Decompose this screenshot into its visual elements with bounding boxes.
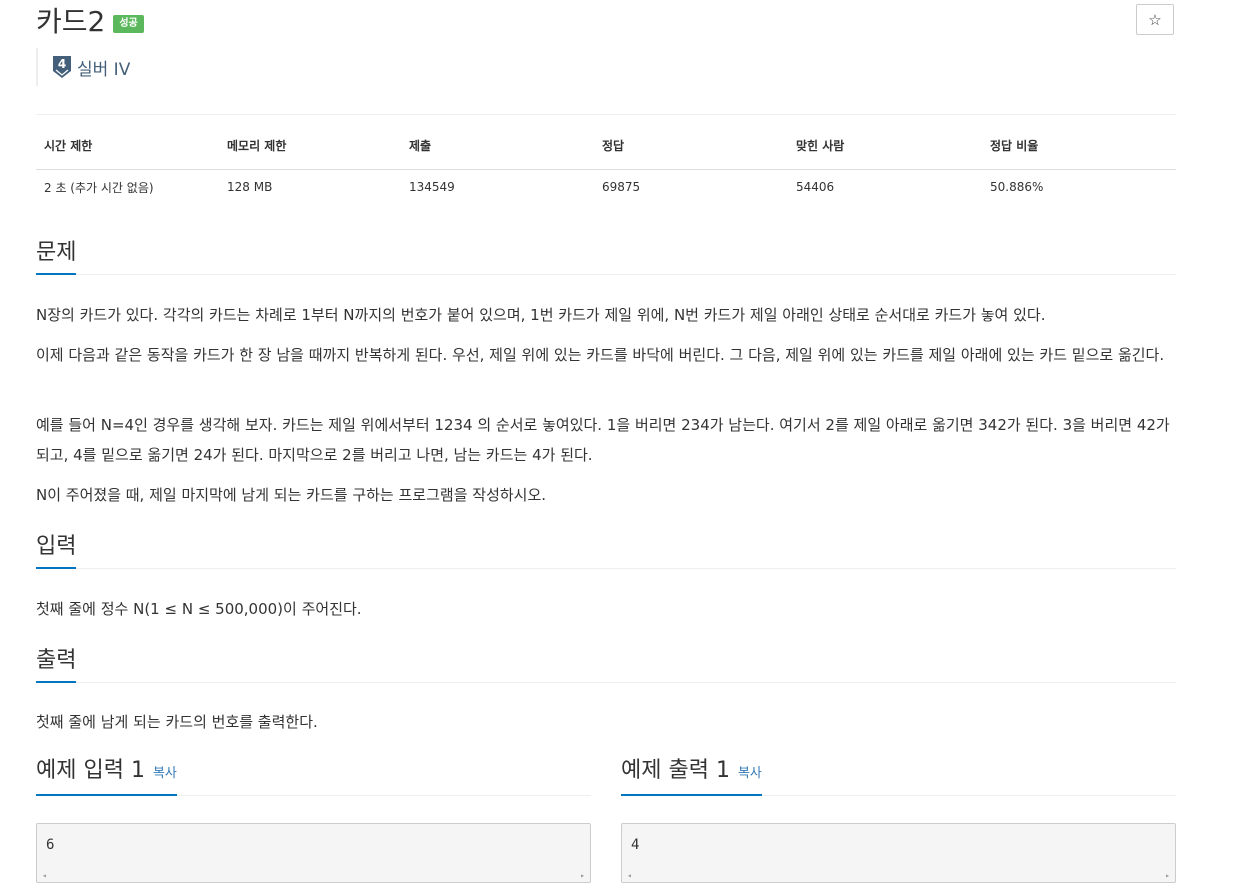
problem-info-table: 시간 제한 메모리 제한 제출 정답 맞힌 사람 정답 비율 2 초 (추가 시… [36, 114, 1176, 204]
sample-output-title: 예제 출력 1 [621, 758, 730, 783]
problem-section-header: 문제 [36, 238, 1176, 275]
copy-sample-input-button[interactable]: 복사 [153, 766, 177, 781]
output-heading: 출력 [36, 647, 77, 683]
status-badge: 성공 [113, 15, 144, 33]
info-value-row: 2 초 (추가 시간 없음) 128 MB 134549 69875 54406… [36, 170, 1176, 205]
accepted-header: 정답 [594, 114, 788, 170]
sample-input-panel: 예제 입력 1 복사 6 ◂ ▸ [36, 756, 591, 883]
memory-limit-header: 메모리 제한 [219, 114, 401, 170]
time-limit-value: 2 초 (추가 시간 없음) [44, 180, 154, 195]
star-button[interactable]: ☆ [1136, 4, 1174, 35]
problem-paragraph-3: 예를 들어 N=4인 경우를 생각해 보자. 카드는 제일 위에서부터 1234… [36, 416, 1170, 464]
tier-label: 실버 IV [77, 59, 131, 80]
sample-output-box[interactable]: 4 ◂ ▸ [621, 823, 1176, 883]
solvers-header: 맞힌 사람 [788, 114, 982, 170]
tier-block: 4 실버 IV [36, 48, 130, 86]
submissions-header: 제출 [401, 114, 594, 170]
scroll-left-icon[interactable]: ◂ [42, 871, 47, 880]
sample-input-title: 예제 입력 1 [36, 758, 145, 783]
problem-paragraph-4: N이 주어졌을 때, 제일 마지막에 남게 되는 카드를 구하는 프로그램을 작… [36, 486, 547, 504]
tier-number: 4 [58, 57, 66, 71]
problem-paragraph-2: 이제 다음과 같은 동작을 카드가 한 장 남을 때까지 반복하게 된다. 우선… [36, 346, 1165, 364]
accepted-value[interactable]: 69875 [594, 170, 788, 205]
page-title: 카드2 [36, 5, 106, 38]
problem-heading: 문제 [36, 239, 77, 275]
submissions-value[interactable]: 134549 [401, 170, 594, 205]
scroll-left-icon[interactable]: ◂ [627, 871, 632, 880]
star-icon: ☆ [1148, 10, 1162, 29]
sample-output-heading: 예제 출력 1 복사 [621, 757, 762, 796]
sample-input-box[interactable]: 6 ◂ ▸ [36, 823, 591, 883]
accept-ratio-value: 50.886% [990, 180, 1044, 194]
scroll-right-icon[interactable]: ▸ [1165, 871, 1170, 880]
copy-sample-output-button[interactable]: 복사 [738, 766, 762, 781]
sample-input-value: 6 [46, 837, 55, 853]
info-header-row: 시간 제한 메모리 제한 제출 정답 맞힌 사람 정답 비율 [36, 114, 1176, 170]
accept-ratio-header: 정답 비율 [982, 114, 1176, 170]
output-section-header: 출력 [36, 646, 1176, 683]
sample-input-header: 예제 입력 1 복사 [36, 756, 591, 796]
input-heading: 입력 [36, 533, 77, 569]
title-row: 카드2 성공 [36, 4, 144, 40]
input-section-header: 입력 [36, 532, 1176, 569]
time-limit-header: 시간 제한 [36, 114, 219, 170]
scroll-right-icon[interactable]: ▸ [580, 871, 585, 880]
output-description: 첫째 줄에 남게 되는 카드의 번호를 출력한다. [36, 713, 318, 731]
memory-limit-value: 128 MB [227, 180, 273, 194]
sample-input-heading: 예제 입력 1 복사 [36, 757, 177, 796]
sample-output-header: 예제 출력 1 복사 [621, 756, 1176, 796]
sample-output-panel: 예제 출력 1 복사 4 ◂ ▸ [621, 756, 1176, 883]
sample-output-value: 4 [631, 837, 640, 853]
input-description: 첫째 줄에 정수 N(1 ≤ N ≤ 500,000)이 주어진다. [36, 600, 362, 618]
problem-paragraph-1: N장의 카드가 있다. 각각의 카드는 차례로 1부터 N까지의 번호가 붙어 … [36, 306, 1046, 324]
tier-badge-icon: 4 [53, 56, 71, 78]
solvers-value[interactable]: 54406 [788, 170, 982, 205]
